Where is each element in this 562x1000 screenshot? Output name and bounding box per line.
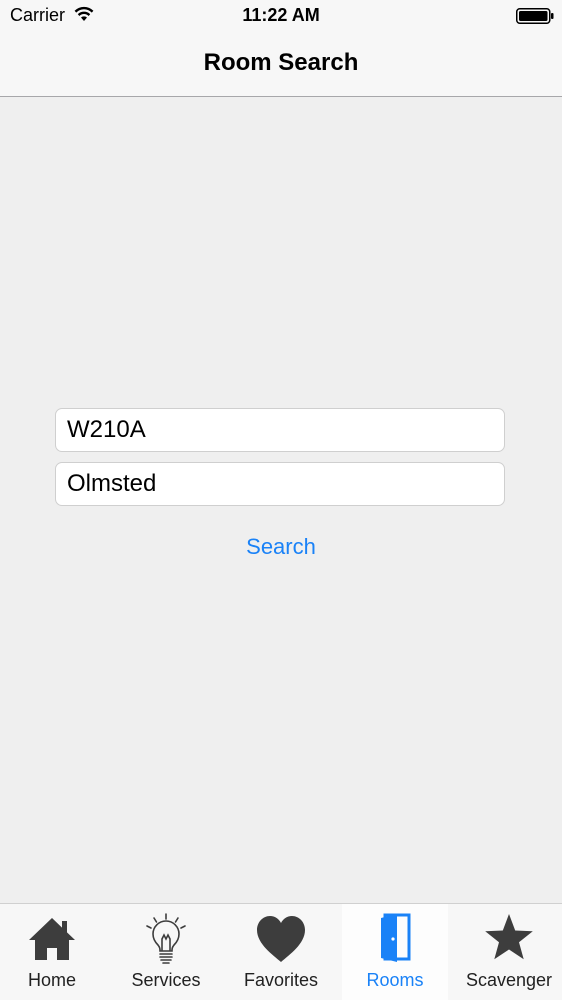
building-name-field[interactable] bbox=[55, 462, 505, 506]
battery-icon bbox=[516, 8, 554, 24]
home-icon bbox=[29, 918, 75, 960]
navigation-bar: Room Search bbox=[0, 32, 562, 97]
door-icon bbox=[381, 913, 411, 962]
tab-favorites-label: Favorites bbox=[243, 970, 319, 990]
lightbulb-icon bbox=[146, 913, 186, 964]
heart-icon bbox=[257, 916, 305, 962]
tab-favorites[interactable]: Favorites bbox=[228, 904, 334, 1000]
tab-scavenger-label: Scavenger bbox=[465, 970, 553, 990]
status-time: 11:22 AM bbox=[242, 5, 320, 25]
tab-services-label: Services bbox=[131, 970, 201, 990]
tab-scavenger[interactable]: Scavenger bbox=[456, 904, 562, 1000]
star-icon bbox=[485, 914, 533, 960]
room-search-screen: Carrier 11:22 AM Room Search Search Home bbox=[0, 0, 562, 1000]
tab-bar: Home Services Favorites Rooms Scavenger bbox=[0, 903, 562, 1000]
page-title: Room Search bbox=[203, 49, 359, 76]
tab-home[interactable]: Home bbox=[0, 904, 104, 1000]
tab-rooms-label: Rooms bbox=[366, 970, 424, 990]
search-button[interactable]: Search bbox=[0, 534, 562, 560]
status-bar: Carrier 11:22 AM bbox=[0, 0, 562, 32]
tab-home-label: Home bbox=[27, 970, 76, 990]
tab-services[interactable]: Services bbox=[112, 904, 220, 1000]
tab-rooms[interactable]: Rooms bbox=[342, 904, 448, 1000]
room-number-field[interactable] bbox=[55, 408, 505, 452]
